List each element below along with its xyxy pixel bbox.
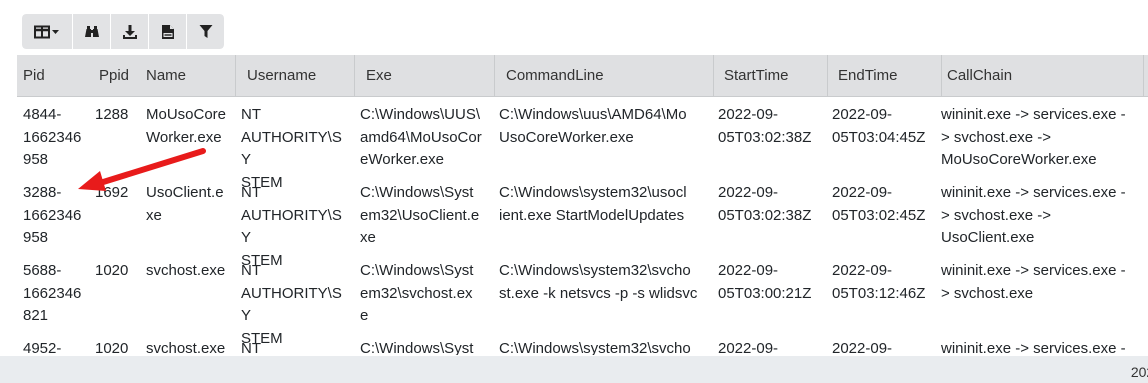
cell-exe: C:\Windows\Syst em32\svchost.ex e	[360, 262, 474, 324]
cell-exe: C:\Windows\UUS\ amd64\MoUsoCor eWorker.e…	[360, 106, 482, 168]
columns-icon	[34, 25, 60, 39]
cell-pid: 4952-	[23, 340, 62, 355]
cell-ppid: 1020	[95, 340, 129, 355]
columns-toggle-button[interactable]	[22, 14, 72, 49]
cell-exe: C:\Windows\Syst em32\UsoClient.e xe	[360, 184, 480, 246]
cell-ppid: 1020	[95, 262, 129, 279]
column-separator[interactable]	[713, 55, 714, 96]
annotation-arrow-shaft	[97, 148, 206, 186]
cell-commandline: C:\Windows\system32\svcho st.exe -k nets…	[499, 262, 698, 302]
download-button[interactable]	[111, 14, 148, 49]
cell-starttime: 2022-09- 05T03:02:38Z	[718, 106, 812, 146]
column-separator[interactable]	[494, 55, 495, 96]
grid-toolbar	[22, 14, 224, 49]
cell-endtime: 2022-09- 05T03:02:45Z	[832, 184, 926, 224]
cell-starttime: 2022-09- 05T03:00:21Z	[718, 262, 812, 302]
cell-commandline: C:\Windows\system32\svcho	[499, 340, 691, 355]
cell-name: svchost.exe	[146, 262, 226, 279]
cell-callchain: wininit.exe -> services.exe - > svchost.…	[941, 184, 1126, 246]
annotation-arrow-head	[78, 171, 106, 191]
table-row[interactable]: 5688- 1662346 821 1020 svchost.exe NT AU…	[17, 253, 1148, 347]
column-separator[interactable]	[354, 55, 355, 96]
column-header-exe[interactable]: Exe	[360, 55, 494, 96]
cell-endtime: 2022-09- 05T03:04:45Z	[832, 106, 926, 146]
cell-endtime: 2022-09-	[832, 340, 893, 355]
csv-file-icon	[161, 24, 175, 40]
download-icon	[122, 24, 138, 40]
cell-name: MoUsoCore Worker.exe	[146, 106, 227, 146]
filter-icon	[199, 24, 213, 39]
column-separator[interactable]	[827, 55, 828, 96]
cell-exe: C:\Windows\Syst	[360, 340, 474, 355]
status-bar-text: 2022	[1130, 364, 1148, 380]
column-header-name[interactable]: Name	[140, 55, 235, 96]
column-header-ppid[interactable]: Ppid	[93, 55, 143, 96]
cell-name: svchost.exe	[146, 340, 226, 355]
cell-callchain: wininit.exe -> services.exe - > svchost.…	[941, 106, 1126, 168]
filter-button[interactable]	[187, 14, 224, 49]
annotation-arrow	[78, 148, 206, 191]
binoculars-icon	[84, 25, 100, 39]
cell-username: NT	[241, 340, 261, 355]
cell-callchain: wininit.exe -> services.exe -	[941, 340, 1126, 355]
find-button[interactable]	[73, 14, 110, 49]
column-header-callchain[interactable]: CallChain	[941, 55, 1143, 96]
cell-starttime: 2022-09-	[718, 340, 779, 355]
cell-callchain: wininit.exe -> services.exe - > svchost.…	[941, 262, 1126, 302]
column-header-commandline[interactable]: CommandLine	[500, 55, 714, 96]
cell-pid: 5688- 1662346 821	[23, 262, 82, 324]
column-header-pid[interactable]: Pid	[17, 55, 93, 96]
column-header-endtime[interactable]: EndTime	[832, 55, 942, 96]
cell-commandline: C:\Windows\uus\AMD64\Mo UsoCoreWorker.ex…	[499, 106, 687, 146]
cell-starttime: 2022-09- 05T03:02:38Z	[718, 184, 812, 224]
column-separator[interactable]	[1143, 55, 1144, 96]
column-header-username[interactable]: Username	[241, 55, 355, 96]
table-row[interactable]: 4952- 1020 svchost.exe NT C:\Windows\Sys…	[17, 331, 1148, 355]
column-separator[interactable]	[235, 55, 236, 96]
cell-commandline: C:\Windows\system32\usocl ient.exe Start…	[499, 184, 687, 224]
column-header-starttime[interactable]: StartTime	[718, 55, 828, 96]
table-header-row: Pid Ppid Name Username Exe CommandLine S…	[17, 55, 1148, 97]
process-table: Pid Ppid Name Username Exe CommandLine S…	[17, 55, 1148, 355]
cell-ppid: 1288	[95, 106, 129, 123]
status-bar: 2022	[0, 356, 1148, 383]
export-csv-button[interactable]	[149, 14, 186, 49]
cell-endtime: 2022-09- 05T03:12:46Z	[832, 262, 926, 302]
